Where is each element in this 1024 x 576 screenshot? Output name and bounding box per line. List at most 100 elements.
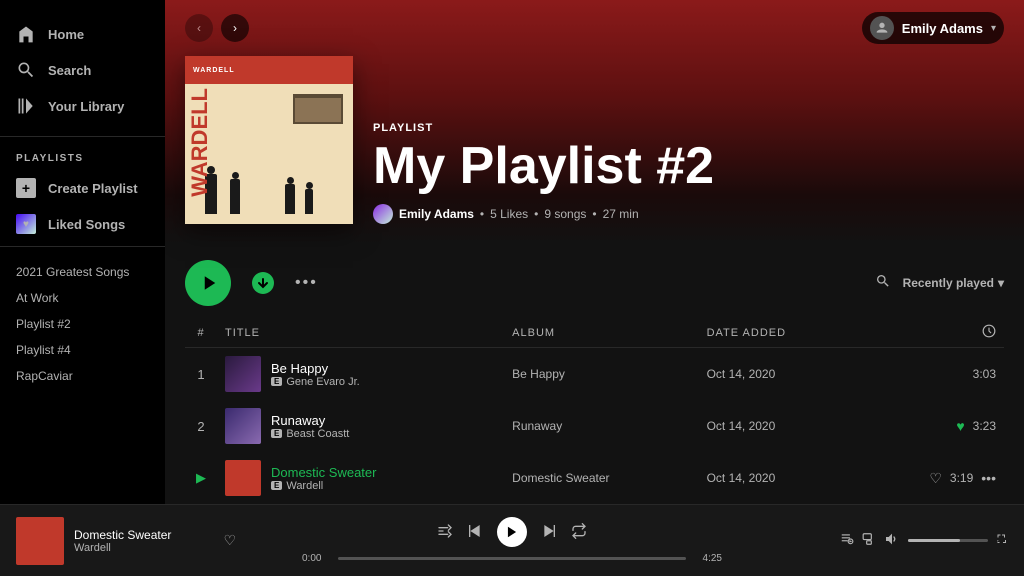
fullscreen-button[interactable] bbox=[996, 533, 1008, 548]
search-icon bbox=[16, 60, 36, 80]
track-name: Be Happy bbox=[271, 361, 360, 376]
previous-button[interactable] bbox=[467, 523, 483, 542]
avatar bbox=[870, 16, 894, 40]
playlist-type: PLAYLIST bbox=[373, 122, 1004, 134]
more-options-icon[interactable]: ••• bbox=[981, 470, 996, 486]
sidebar-playlist-0[interactable]: 2021 Greatest Songs bbox=[0, 259, 165, 285]
user-profile[interactable]: Emily Adams ▾ bbox=[862, 12, 1004, 44]
track-artist: E Gene Evaro Jr. bbox=[271, 376, 360, 388]
library-label: Your Library bbox=[48, 99, 124, 114]
liked-icon[interactable]: ♥ bbox=[956, 418, 964, 434]
devices-icon[interactable] bbox=[862, 532, 876, 549]
explicit-badge: E bbox=[271, 377, 282, 386]
track-thumbnail bbox=[225, 460, 261, 496]
sidebar-item-home[interactable]: Home bbox=[0, 16, 165, 52]
track-title-cell: Be Happy E Gene Evaro Jr. bbox=[217, 348, 504, 401]
top-bar: ‹ › Emily Adams ▾ bbox=[165, 0, 1024, 56]
playlist-info: WARDELL bbox=[165, 56, 1024, 244]
playlist-meta: Emily Adams • 5 Likes • 9 songs • 27 min bbox=[373, 204, 1004, 224]
sidebar-playlist-4[interactable]: RapCaviar bbox=[0, 363, 165, 389]
track-thumbnail bbox=[225, 356, 261, 392]
player-buttons bbox=[437, 517, 587, 547]
sidebar-divider-2 bbox=[0, 246, 165, 247]
playlist-duration: 27 min bbox=[603, 207, 639, 221]
track-date: Oct 14, 2020 bbox=[699, 400, 863, 452]
track-duration: 3:23 bbox=[973, 419, 996, 433]
playlist-songs: 9 songs bbox=[544, 207, 586, 221]
playlist-likes: 5 Likes bbox=[490, 207, 528, 221]
sidebar-divider-1 bbox=[0, 136, 165, 137]
track-actions-cell: ♡ 3:19 ••• bbox=[862, 452, 1004, 504]
more-options-button[interactable]: ••• bbox=[295, 274, 318, 292]
track-name: Runaway bbox=[271, 413, 349, 428]
sidebar-item-library[interactable]: Your Library bbox=[0, 88, 165, 124]
recently-played-button[interactable]: Recently played ▾ bbox=[903, 276, 1004, 290]
track-artist: E Wardell bbox=[271, 480, 376, 492]
right-icons bbox=[840, 532, 876, 549]
total-time: 4:25 bbox=[694, 553, 722, 564]
play-button[interactable] bbox=[185, 260, 231, 306]
home-label: Home bbox=[48, 27, 84, 42]
track-area: ••• Recently played ▾ # TITLE bbox=[165, 244, 1024, 504]
back-button[interactable]: ‹ bbox=[185, 14, 213, 42]
playlist-cover: WARDELL bbox=[185, 56, 353, 224]
sidebar-playlist-1[interactable]: At Work bbox=[0, 285, 165, 311]
track-info: Be Happy E Gene Evaro Jr. bbox=[271, 361, 360, 388]
track-table-header: # TITLE ALBUM DATE ADDED bbox=[185, 318, 1004, 348]
explicit-badge: E bbox=[271, 481, 282, 490]
volume-icon bbox=[884, 531, 900, 550]
table-row[interactable]: 2 Runaway E Beast Coastt Runaway Oct 14,… bbox=[185, 400, 1004, 452]
create-icon: + bbox=[16, 178, 36, 198]
play-pause-button[interactable] bbox=[497, 517, 527, 547]
next-button[interactable] bbox=[541, 523, 557, 542]
track-name: Domestic Sweater bbox=[271, 465, 376, 480]
forward-button[interactable]: › bbox=[221, 14, 249, 42]
heart-icon[interactable]: ♡ bbox=[223, 532, 236, 549]
volume-track[interactable] bbox=[908, 539, 988, 542]
create-playlist-action[interactable]: + Create Playlist bbox=[0, 170, 165, 206]
col-date-header: DATE ADDED bbox=[699, 318, 863, 348]
track-number: 2 bbox=[185, 400, 217, 452]
library-icon bbox=[16, 96, 36, 116]
track-number: ▶ bbox=[185, 452, 217, 504]
queue-icon[interactable] bbox=[840, 532, 854, 549]
progress-track[interactable] bbox=[338, 557, 686, 560]
volume-controls bbox=[788, 531, 1008, 550]
sidebar-playlist-3[interactable]: Playlist #4 bbox=[0, 337, 165, 363]
track-thumbnail bbox=[225, 408, 261, 444]
sidebar: Home Search Your Library PLAYLISTS + Cre… bbox=[0, 0, 165, 504]
playlist-author: Emily Adams bbox=[399, 207, 474, 221]
player-controls: 0:00 4:25 bbox=[236, 517, 788, 564]
track-title-cell: Runaway E Beast Coastt bbox=[217, 400, 504, 452]
sidebar-playlist-2[interactable]: Playlist #2 bbox=[0, 311, 165, 337]
meta-avatar bbox=[373, 204, 393, 224]
search-tracks-button[interactable] bbox=[875, 273, 891, 294]
sidebar-nav: Home Search Your Library bbox=[0, 8, 165, 132]
track-album: Domestic Sweater bbox=[504, 452, 698, 504]
track-date: Oct 14, 2020 bbox=[699, 452, 863, 504]
playlist-details: PLAYLIST My Playlist #2 Emily Adams • 5 … bbox=[373, 122, 1004, 224]
col-num-header: # bbox=[185, 318, 217, 348]
col-title-header: TITLE bbox=[217, 318, 504, 348]
user-name: Emily Adams bbox=[902, 21, 983, 36]
track-actions-cell: ♥ 3:23 bbox=[862, 400, 1004, 452]
track-number: 1 bbox=[185, 348, 217, 401]
sidebar-item-search[interactable]: Search bbox=[0, 52, 165, 88]
track-info: Runaway E Beast Coastt bbox=[271, 413, 349, 440]
main-content: ‹ › Emily Adams ▾ WARDELL bbox=[165, 0, 1024, 504]
home-icon bbox=[16, 24, 36, 44]
heart-button[interactable]: ♡ bbox=[929, 470, 942, 487]
shuffle-button[interactable] bbox=[437, 523, 453, 542]
table-row[interactable]: ▶ Domestic Sweater E Wardell Domestic Sw… bbox=[185, 452, 1004, 504]
liked-songs-action[interactable]: ♥ Liked Songs bbox=[0, 206, 165, 242]
track-table: # TITLE ALBUM DATE ADDED 1 Be Happy bbox=[185, 318, 1004, 504]
table-row[interactable]: 1 Be Happy E Gene Evaro Jr. Be Happy Oct… bbox=[185, 348, 1004, 401]
chevron-down-icon: ▾ bbox=[991, 23, 996, 34]
volume-fill bbox=[908, 539, 960, 542]
repeat-button[interactable] bbox=[571, 523, 587, 542]
controls-right: Recently played ▾ bbox=[875, 273, 1004, 294]
sidebar-playlists: 2021 Greatest Songs At Work Playlist #2 … bbox=[0, 251, 165, 397]
track-album: Be Happy bbox=[504, 348, 698, 401]
track-album: Runaway bbox=[504, 400, 698, 452]
download-button[interactable] bbox=[247, 267, 279, 299]
